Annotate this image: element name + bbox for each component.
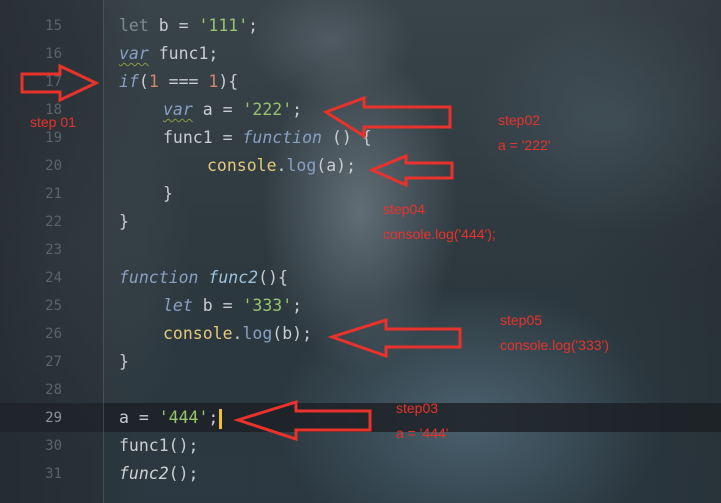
arrow-step05 [327, 317, 462, 359]
annotation-step04-title: step04 [383, 201, 426, 217]
annotation-arrows [20, 63, 462, 442]
annotation-step05-title: step05 [500, 312, 543, 328]
arrow-step01 [20, 63, 100, 103]
annotation-step03-title: step03 [396, 400, 439, 416]
annotation-step03-value: a = '444' [396, 425, 449, 441]
annotation-step04-value: console.log('444'); [383, 226, 496, 242]
arrow-step03 [233, 399, 372, 442]
annotation-step01: step 01 [30, 114, 76, 130]
annotation-step02-title: step02 [498, 112, 541, 128]
annotation-step05-value: console.log('333') [500, 337, 609, 353]
arrow-step02 [322, 95, 452, 139]
arrow-step04 [368, 153, 454, 188]
annotation-step02-value: a = '222' [498, 137, 551, 153]
